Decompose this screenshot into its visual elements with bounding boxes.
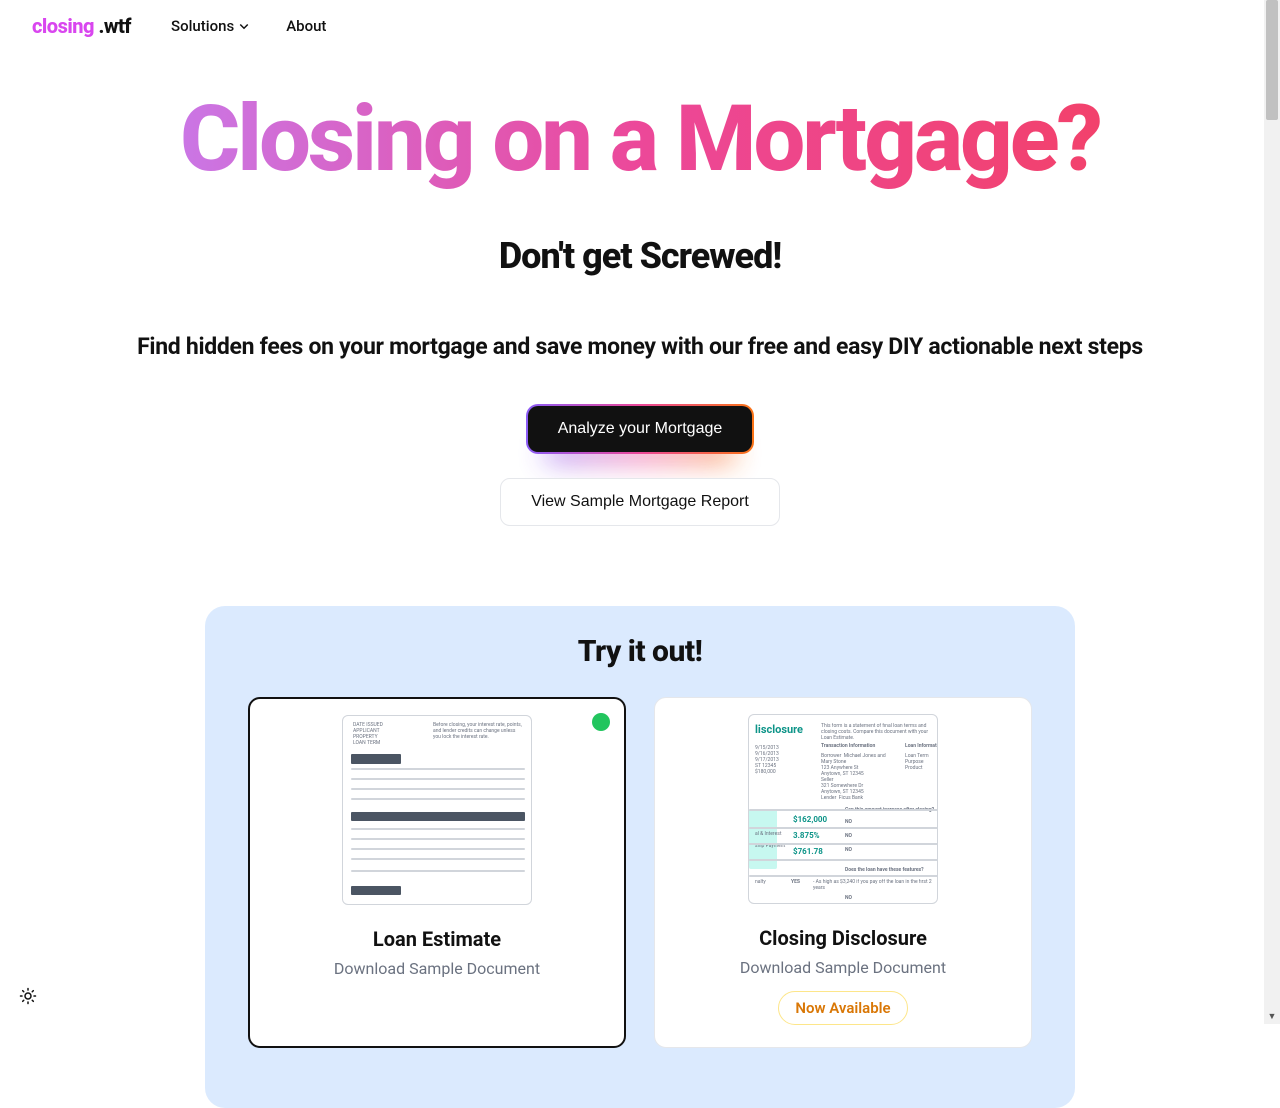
- nav-links: Solutions About: [171, 17, 326, 35]
- hero-subtitle-1: Don't get Screwed!: [40, 235, 1240, 277]
- card-sub: Download Sample Document: [270, 959, 604, 978]
- loan-estimate-preview-icon: DATE ISSUEDAPPLICANTPROPERTYLOAN TERM Be…: [342, 715, 532, 905]
- view-sample-button[interactable]: View Sample Mortgage Report: [500, 478, 780, 526]
- sun-icon: [19, 987, 37, 1005]
- analyze-button-wrap: Analyze your Mortgage: [526, 404, 755, 454]
- closing-disclosure-preview-icon: lisclosure This form is a statement of f…: [748, 714, 938, 904]
- scrollbar[interactable]: ▼: [1264, 0, 1280, 1024]
- nav-item-solutions[interactable]: Solutions: [171, 17, 250, 35]
- analyze-button[interactable]: Analyze your Mortgage: [528, 406, 753, 452]
- logo-text-wtf: .wtf: [94, 14, 131, 38]
- card-title: Closing Disclosure: [675, 926, 1011, 950]
- card-row: DATE ISSUEDAPPLICANTPROPERTYLOAN TERM Be…: [245, 697, 1035, 1048]
- card-closing-disclosure[interactable]: lisclosure This form is a statement of f…: [654, 697, 1032, 1048]
- selected-indicator-icon: [592, 713, 610, 731]
- cta-group: Analyze your Mortgage View Sample Mortga…: [40, 404, 1240, 526]
- nav-label-about: About: [286, 17, 326, 35]
- navbar: closing .wtf Solutions About: [0, 0, 1280, 52]
- hero: Closing on a Mortgage? Don't get Screwed…: [0, 52, 1280, 526]
- theme-toggle-button[interactable]: [14, 982, 42, 1010]
- try-it-title: Try it out!: [245, 634, 1035, 669]
- chevron-down-icon: [238, 20, 250, 32]
- hero-title: Closing on a Mortgage?: [40, 92, 1240, 189]
- scrollbar-thumb[interactable]: [1266, 0, 1278, 120]
- now-available-badge: Now Available: [778, 991, 907, 1025]
- scroll-down-arrow-icon[interactable]: ▼: [1264, 1008, 1280, 1024]
- nav-label-solutions: Solutions: [171, 17, 234, 35]
- logo[interactable]: closing .wtf: [32, 14, 131, 38]
- try-it-panel: Try it out! DATE ISSUEDAPPLICANTPROPERTY…: [205, 606, 1075, 1108]
- card-sub: Download Sample Document: [675, 958, 1011, 977]
- nav-item-about[interactable]: About: [286, 17, 326, 35]
- card-loan-estimate[interactable]: DATE ISSUEDAPPLICANTPROPERTYLOAN TERM Be…: [248, 697, 626, 1048]
- hero-subtitle-2: Find hidden fees on your mortgage and sa…: [40, 333, 1240, 360]
- logo-text-pink: closing: [32, 14, 94, 38]
- card-title: Loan Estimate: [270, 927, 604, 951]
